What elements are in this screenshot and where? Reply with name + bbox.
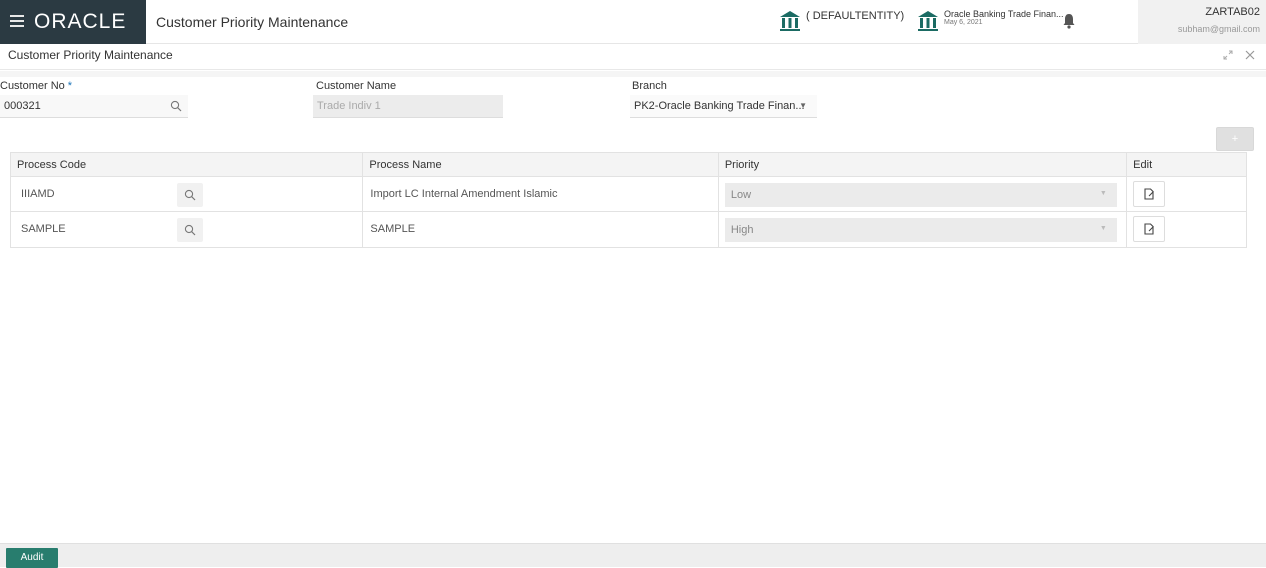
- bank-icon[interactable]: [917, 10, 939, 32]
- audit-button[interactable]: Audit: [6, 548, 58, 568]
- expand-icon[interactable]: [1222, 49, 1234, 61]
- process-code-cell: IIIAMD: [21, 188, 55, 200]
- edit-icon: [1144, 223, 1155, 235]
- column-header-edit: Edit: [1133, 159, 1153, 171]
- add-row-button[interactable]: +: [1216, 127, 1254, 151]
- table-row: SAMPLE SAMPLE High ▼: [11, 212, 1246, 247]
- table-header: Process Code Process Name Priority Edit: [11, 153, 1246, 177]
- search-icon[interactable]: [170, 100, 182, 112]
- edit-button[interactable]: [1133, 181, 1166, 207]
- user-profile[interactable]: ZARTAB02 subham@gmail.com: [1138, 0, 1266, 44]
- customer-no-label: Customer No *: [0, 80, 73, 92]
- table-row: IIIAMD Import LC Internal Amendment Isla…: [11, 177, 1246, 212]
- column-header-process-name: Process Name: [363, 153, 719, 176]
- close-icon[interactable]: [1244, 49, 1256, 61]
- process-name-cell: Import LC Internal Amendment Islamic: [370, 188, 558, 200]
- divider-strip: [0, 71, 1266, 77]
- entity-selector[interactable]: ( DEFAULTENTITY): [806, 10, 904, 22]
- priority-value: High: [730, 224, 754, 236]
- chevron-down-icon: ▼: [1099, 190, 1107, 197]
- page-title: Customer Priority Maintenance: [8, 48, 173, 62]
- app-title: Customer Priority Maintenance: [156, 14, 349, 30]
- required-star: *: [67, 80, 73, 92]
- branch-label: Branch: [632, 80, 667, 92]
- customer-no-input[interactable]: 000321: [0, 95, 188, 118]
- process-code-cell: SAMPLE: [21, 223, 66, 235]
- process-code-search-button[interactable]: [177, 218, 203, 242]
- search-icon: [184, 189, 196, 201]
- priority-table: Process Code Process Name Priority Edit …: [10, 152, 1247, 248]
- chevron-down-icon: ▼: [1099, 225, 1107, 232]
- page-header: Customer Priority Maintenance: [0, 44, 1266, 70]
- priority-select[interactable]: High ▼: [724, 218, 1117, 242]
- edit-button[interactable]: [1133, 216, 1166, 242]
- brand-block: ORACLE: [0, 0, 146, 44]
- hamburger-menu-icon[interactable]: [10, 13, 24, 29]
- edit-icon: [1144, 188, 1155, 200]
- footer-bar: Audit: [0, 543, 1266, 568]
- search-icon: [184, 224, 196, 236]
- process-code-search-button[interactable]: [177, 183, 203, 207]
- branch-date: May 6, 2021: [944, 19, 983, 26]
- branch-value: PK2-Oracle Banking Trade Finan...: [634, 100, 805, 112]
- user-name: ZARTAB02: [1205, 6, 1260, 18]
- branch-selector-name[interactable]: Oracle Banking Trade Finan...: [944, 9, 1064, 19]
- branch-select[interactable]: PK2-Oracle Banking Trade Finan... ▼: [630, 95, 817, 118]
- column-header-process-code: Process Code: [11, 153, 364, 176]
- bank-icon[interactable]: [779, 10, 801, 32]
- process-name-cell: SAMPLE: [370, 223, 416, 235]
- column-header-priority: Priority: [719, 153, 1128, 176]
- priority-select[interactable]: Low ▼: [724, 183, 1117, 207]
- priority-value: Low: [730, 189, 752, 201]
- app-header: ORACLE Customer Priority Maintenance ( D…: [0, 0, 1266, 44]
- chevron-down-icon: ▼: [799, 101, 807, 110]
- customer-name-label: Customer Name: [316, 80, 397, 92]
- bell-icon[interactable]: [1062, 13, 1076, 29]
- customer-name-field: Trade Indiv 1: [313, 95, 503, 118]
- oracle-logo: ORACLE: [34, 10, 127, 33]
- customer-no-value: 000321: [4, 100, 41, 112]
- user-email: subham@gmail.com: [1177, 24, 1260, 34]
